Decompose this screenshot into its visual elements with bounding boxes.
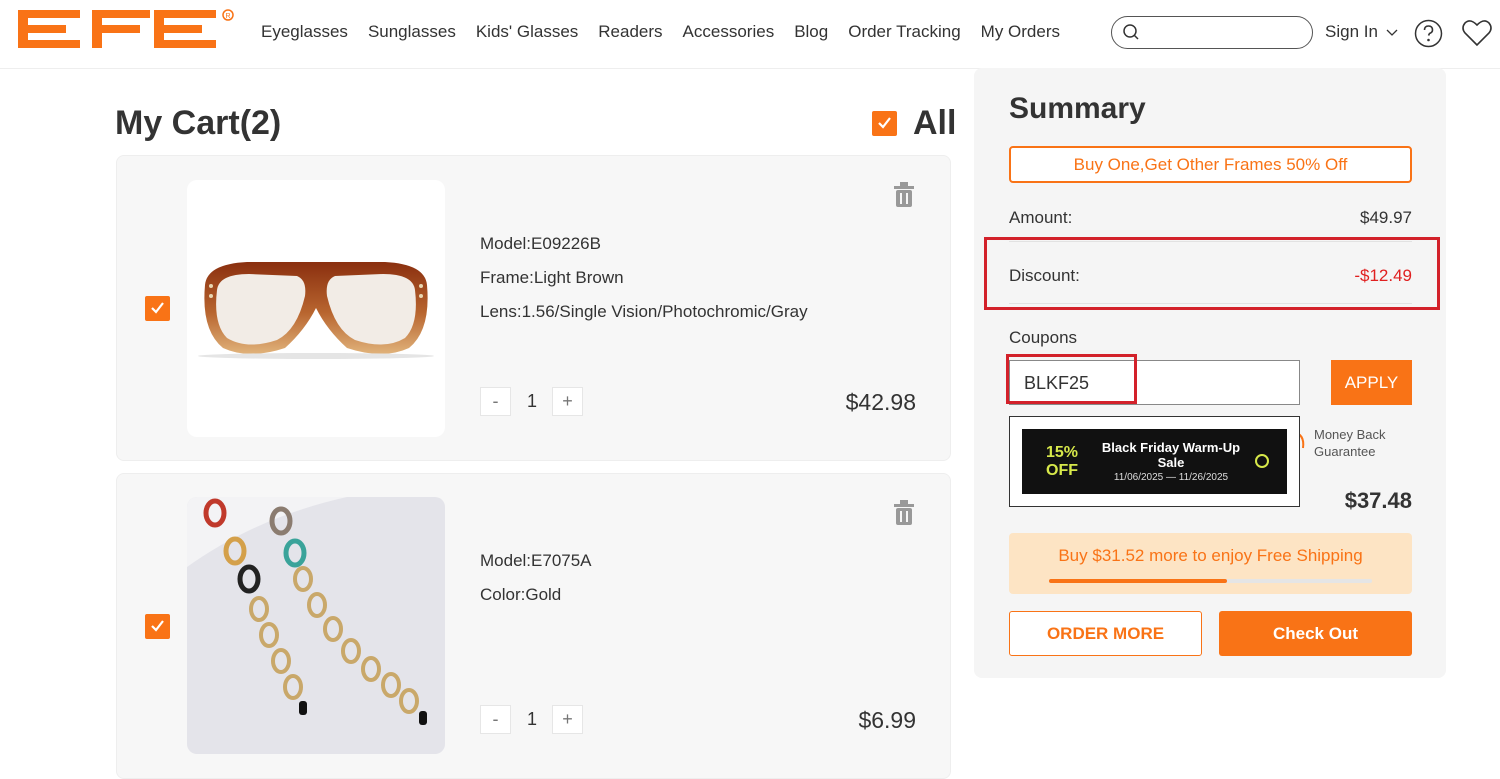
trash-icon[interactable] xyxy=(891,180,917,208)
coupon-option[interactable]: 15% OFF Black Friday Warm-Up Sale 11/06/… xyxy=(1022,429,1287,494)
nav-my-orders[interactable]: My Orders xyxy=(981,22,1060,46)
item-price: $42.98 xyxy=(845,389,916,415)
item-price: $6.99 xyxy=(858,707,916,733)
cart-item: Model:E7075A Color:Gold - 1 + $6.99 xyxy=(116,473,951,779)
order-more-button[interactable]: ORDER MORE xyxy=(1009,611,1202,656)
checkmark-icon xyxy=(151,620,164,632)
shipping-progress-bar xyxy=(1049,579,1372,583)
coupon-dates: 11/06/2025 — 11/26/2025 xyxy=(1113,472,1229,483)
cart-item: Model:E09226B Frame:Light Brown Lens:1.5… xyxy=(116,155,951,461)
apply-coupon-button[interactable]: APPLY xyxy=(1331,360,1412,405)
search-input[interactable] xyxy=(1111,16,1313,49)
promo-banner[interactable]: Buy One,Get Other Frames 50% Off xyxy=(1009,146,1412,183)
qty-increase-button[interactable]: + xyxy=(552,387,583,416)
sign-in-menu[interactable]: Sign In xyxy=(1325,22,1398,42)
select-all-label: All xyxy=(913,104,957,142)
sign-in-label: Sign In xyxy=(1325,22,1378,41)
amount-label: Amount: xyxy=(1009,208,1073,227)
free-shipping-text: Buy $31.52 more to enjoy Free Shipping xyxy=(1058,546,1363,565)
coupon-highlight xyxy=(1006,354,1137,404)
coupon-title: Black Friday Warm-Up Sale xyxy=(1101,440,1241,470)
shipping-progress-fill xyxy=(1049,579,1227,583)
item-checkbox[interactable] xyxy=(145,296,170,321)
amount-value: $49.97 xyxy=(1360,208,1412,227)
qty-value: 1 xyxy=(526,391,537,411)
coupon-radio[interactable] xyxy=(1255,454,1269,468)
qty-increase-button[interactable]: + xyxy=(552,705,583,734)
order-summary: Summary Buy One,Get Other Frames 50% Off… xyxy=(974,68,1446,678)
checkmark-icon xyxy=(878,117,891,129)
trash-icon[interactable] xyxy=(891,498,917,526)
qty-decrease-button[interactable]: - xyxy=(480,705,511,734)
coupons-label: Coupons xyxy=(1009,328,1078,347)
checkout-button[interactable]: Check Out xyxy=(1219,611,1412,656)
glasses-chain-illustration xyxy=(187,497,427,725)
chevron-down-icon xyxy=(1386,29,1398,36)
efe-logo[interactable]: R xyxy=(18,6,236,56)
eyeglasses-illustration xyxy=(198,262,434,359)
qty-decrease-button[interactable]: - xyxy=(480,387,511,416)
coupon-dropdown: 15% OFF Black Friday Warm-Up Sale 11/06/… xyxy=(1009,416,1300,507)
item-checkbox[interactable] xyxy=(145,614,170,639)
item-model: Model:E09226B xyxy=(480,234,601,253)
eyeglasses-image[interactable] xyxy=(187,180,445,437)
nav-sunglasses[interactable]: Sunglasses xyxy=(368,22,456,46)
svg-text:R: R xyxy=(226,13,231,20)
item-frame: Frame:Light Brown xyxy=(480,268,624,287)
nav-eyeglasses[interactable]: Eyeglasses xyxy=(261,22,348,46)
main-nav: Eyeglasses Sunglasses Kids' Glasses Read… xyxy=(261,22,1080,46)
item-color: Color:Gold xyxy=(480,585,562,604)
free-shipping-banner: Buy $31.52 more to enjoy Free Shipping xyxy=(1009,533,1412,594)
nav-blog[interactable]: Blog xyxy=(794,22,828,46)
glasses-chain-image[interactable] xyxy=(187,497,445,754)
nav-kids-glasses[interactable]: Kids' Glasses xyxy=(476,22,578,46)
total-value: $37.48 xyxy=(1344,488,1412,513)
select-all-checkbox[interactable] xyxy=(872,111,897,136)
checkmark-icon xyxy=(151,302,164,314)
nav-order-tracking[interactable]: Order Tracking xyxy=(848,22,960,46)
money-back-guarantee: Money Back Guarantee xyxy=(1314,426,1404,460)
help-icon[interactable] xyxy=(1414,19,1443,48)
summary-title: Summary xyxy=(1009,92,1146,125)
qty-value: 1 xyxy=(526,709,537,729)
item-model: Model:E7075A xyxy=(480,551,592,570)
coupon-discount: 15% OFF xyxy=(1046,444,1079,479)
nav-readers[interactable]: Readers xyxy=(598,22,662,46)
item-lens: Lens:1.56/Single Vision/Photochromic/Gra… xyxy=(480,302,808,321)
heart-icon[interactable] xyxy=(1462,19,1492,47)
nav-accessories[interactable]: Accessories xyxy=(683,22,775,46)
discount-highlight xyxy=(984,237,1440,310)
search-icon xyxy=(1123,24,1139,40)
cart-title: My Cart(2) xyxy=(115,104,282,142)
site-header: R Eyeglasses Sunglasses Kids' Glasses Re… xyxy=(0,0,1500,69)
guarantee-text: Money Back Guarantee xyxy=(1314,427,1386,459)
